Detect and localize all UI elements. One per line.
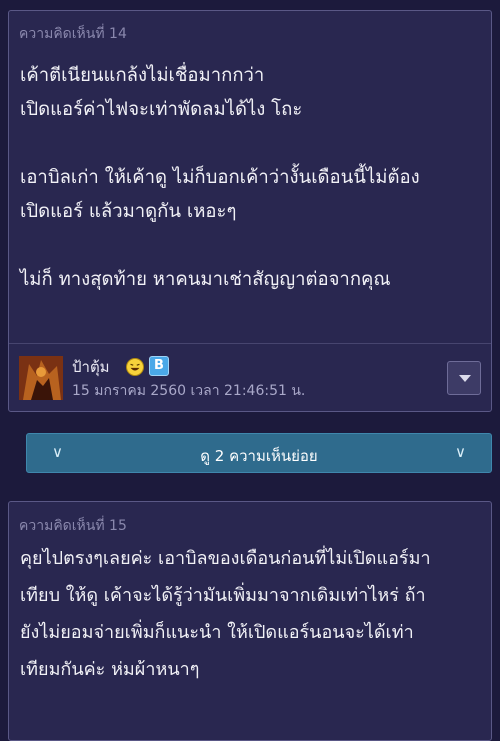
- view-subcomments-label: ดู 2 ความเห็นย่อย: [200, 447, 318, 465]
- comment-line: เปิดแอร์ค่าไฟจะเท่าพัดลมได้ไง โถะ: [20, 99, 303, 120]
- comment-number: ความคิดเห็นที่ 15: [19, 518, 127, 534]
- author-row: ป้าตุ้ม B 15 มกราคม 2560 เวลา 21:46:51 น…: [19, 354, 481, 402]
- comment-line: เอาบิลเก่า ให้เค้าดู ไม่ก็บอกเค้าว่างั้น…: [20, 167, 420, 188]
- view-subcomments-button[interactable]: ∨ ดู 2 ความเห็นย่อย ∨: [26, 433, 492, 473]
- comment-line: คุยไปตรงๆเลยค่ะ เอาบิลของเดือนก่อนที่ไม่…: [20, 548, 431, 569]
- comment-line: ยังไม่ยอมจ่ายเพิ่มก็แนะนำ ให้เปิดแอร์นอน…: [20, 622, 414, 643]
- comment-card-15: ความคิดเห็นที่ 15 คุยไปตรงๆเลยค่ะ เอาบิล…: [8, 501, 492, 741]
- dropdown-triangle-icon: [459, 375, 471, 382]
- chevron-down-icon: ∨: [455, 443, 466, 461]
- b-badge-icon: B: [149, 356, 169, 376]
- comment-line: เทียมกันค่ะ ห่มผ้าหนาๆ: [20, 659, 200, 680]
- comment-line: เทียบ ให้ดู เค้าจะได้รู้ว่ามันเพิ่มมาจาก…: [20, 585, 426, 606]
- author-name[interactable]: ป้าตุ้ม: [72, 355, 110, 379]
- comment-line: ไม่ก็ ทางสุดท้าย หาคนมาเช่าสัญญาต่อจากคุ…: [20, 269, 391, 290]
- avatar[interactable]: [19, 356, 63, 400]
- comment-line: เปิดแอร์ แล้วมาดูกัน เหอะๆ: [20, 201, 237, 222]
- comment-line: เค้าตีเนียนแกล้งไม่เชื่อมากกว่า: [20, 65, 265, 86]
- comment-body: คุยไปตรงๆเลยค่ะ เอาบิลของเดือนก่อนที่ไม่…: [20, 540, 481, 688]
- divider: [9, 343, 491, 344]
- comment-menu-button[interactable]: [447, 361, 481, 395]
- post-date: 15 มกราคม 2560 เวลา 21:46:51 น.: [72, 383, 306, 399]
- comment-number: ความคิดเห็นที่ 14: [19, 26, 127, 42]
- comment-body: เค้าตีเนียนแกล้งไม่เชื่อมากกว่า เปิดแอร์…: [20, 59, 481, 297]
- comment-card-14: ความคิดเห็นที่ 14 เค้าตีเนียนแกล้งไม่เชื…: [8, 10, 492, 412]
- emoji-laugh-icon: [126, 358, 144, 376]
